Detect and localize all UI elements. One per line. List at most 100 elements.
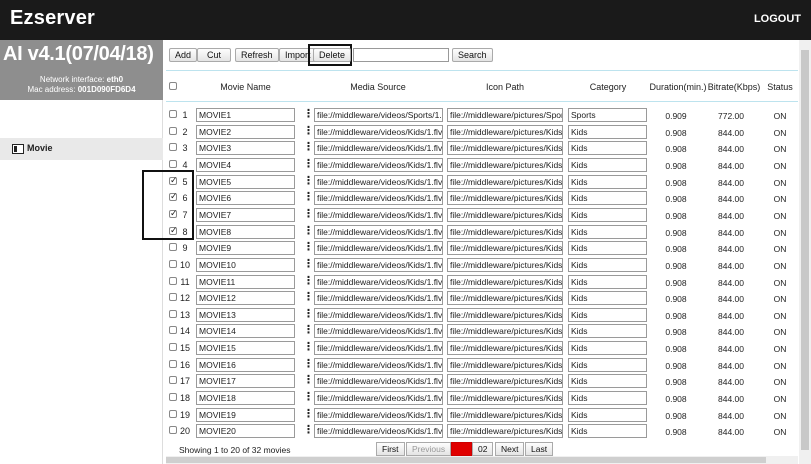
icon-path-field[interactable]: file://middleware/pictures/Kids/ (447, 207, 563, 222)
movie-name-field[interactable]: MOVIE18 (196, 391, 295, 406)
row-checkbox[interactable] (169, 393, 177, 402)
media-source-field[interactable]: file://middleware/videos/Kids/1.flv (314, 407, 443, 422)
movie-name-field[interactable]: MOVIE20 (196, 424, 295, 439)
movie-name-field[interactable]: MOVIE3 (196, 141, 295, 156)
more-options-icon[interactable]: ⋮ (303, 408, 314, 421)
scrollbar-thumb[interactable] (166, 457, 766, 463)
icon-path-field[interactable]: file://middleware/pictures/Kids/ (447, 274, 563, 289)
category-field[interactable]: Kids (568, 157, 647, 172)
more-options-icon[interactable]: ⋮ (303, 275, 314, 288)
movie-name-field[interactable]: MOVIE17 (196, 374, 295, 389)
next-page-button[interactable]: Next (495, 442, 525, 456)
movie-name-field[interactable]: MOVIE7 (196, 207, 295, 222)
media-source-field[interactable]: file://middleware/videos/Kids/1.flv (314, 191, 443, 206)
icon-path-field[interactable]: file://middleware/pictures/Kids/ (447, 391, 563, 406)
icon-path-field[interactable]: file://middleware/pictures/Kids/ (447, 307, 563, 322)
category-field[interactable]: Kids (568, 124, 647, 139)
media-source-field[interactable]: file://middleware/videos/Sports/1.m (314, 108, 443, 122)
movie-name-field[interactable]: MOVIE1 (196, 108, 295, 122)
category-field[interactable]: Sports (568, 108, 647, 122)
category-field[interactable]: Kids (568, 241, 647, 256)
more-options-icon[interactable]: ⋮ (303, 424, 314, 437)
movie-name-field[interactable]: MOVIE5 (196, 174, 295, 189)
category-field[interactable]: Kids (568, 407, 647, 422)
media-source-field[interactable]: file://middleware/videos/Kids/1.flv (314, 174, 443, 189)
row-checkbox[interactable] (169, 159, 177, 168)
movie-name-field[interactable]: MOVIE2 (196, 124, 295, 139)
row-checkbox[interactable] (169, 243, 177, 252)
movie-name-field[interactable]: MOVIE6 (196, 191, 295, 206)
category-field[interactable]: Kids (568, 424, 647, 439)
movie-name-field[interactable]: MOVIE8 (196, 224, 295, 239)
icon-path-field[interactable]: file://middleware/pictures/Kids/ (447, 424, 563, 439)
media-source-field[interactable]: file://middleware/videos/Kids/1.flv (314, 374, 443, 389)
category-field[interactable]: Kids (568, 307, 647, 322)
media-source-field[interactable]: file://middleware/videos/Kids/1.flv (314, 207, 443, 222)
category-field[interactable]: Kids (568, 141, 647, 156)
row-checkbox[interactable] (169, 359, 177, 368)
more-options-icon[interactable]: ⋮ (303, 241, 314, 254)
delete-button[interactable]: Delete (313, 48, 352, 62)
more-options-icon[interactable]: ⋮ (303, 291, 314, 304)
media-source-field[interactable]: file://middleware/videos/Kids/1.flv (314, 124, 443, 139)
more-options-icon[interactable]: ⋮ (303, 191, 314, 204)
category-field[interactable]: Kids (568, 391, 647, 406)
select-all-checkbox[interactable] (169, 82, 177, 90)
more-options-icon[interactable]: ⋮ (303, 175, 314, 188)
icon-path-field[interactable]: file://middleware/pictures/Kids/ (447, 374, 563, 389)
more-options-icon[interactable]: ⋮ (303, 391, 314, 404)
category-field[interactable]: Kids (568, 324, 647, 339)
icon-path-field[interactable]: file://middleware/pictures/Kids/ (447, 124, 563, 139)
more-options-icon[interactable]: ⋮ (303, 308, 314, 321)
media-source-field[interactable]: file://middleware/videos/Kids/1.flv (314, 307, 443, 322)
media-source-field[interactable]: file://middleware/videos/Kids/1.flv (314, 391, 443, 406)
media-source-field[interactable]: file://middleware/videos/Kids/1.flv (314, 241, 443, 256)
category-field[interactable]: Kids (568, 224, 647, 239)
icon-path-field[interactable]: file://middleware/pictures/Kids/ (447, 357, 563, 372)
icon-path-field[interactable]: file://middleware/pictures/Kids/ (447, 141, 563, 156)
category-field[interactable]: Kids (568, 374, 647, 389)
media-source-field[interactable]: file://middleware/videos/Kids/1.flv (314, 424, 443, 439)
more-options-icon[interactable]: ⋮ (303, 158, 314, 171)
movie-name-field[interactable]: MOVIE15 (196, 341, 295, 356)
more-options-icon[interactable]: ⋮ (303, 208, 314, 221)
row-checkbox[interactable] (169, 276, 177, 285)
movie-name-field[interactable]: MOVIE16 (196, 357, 295, 372)
row-checkbox[interactable] (169, 409, 177, 418)
search-input[interactable] (353, 48, 449, 62)
scrollbar-thumb[interactable] (801, 50, 809, 450)
movie-name-field[interactable]: MOVIE12 (196, 291, 295, 306)
icon-path-field[interactable]: file://middleware/pictures/Kids/ (447, 191, 563, 206)
row-checkbox[interactable] (169, 376, 177, 385)
row-checkbox[interactable] (169, 126, 177, 135)
icon-path-field[interactable]: file://middleware/pictures/Kids/ (447, 157, 563, 172)
category-field[interactable]: Kids (568, 274, 647, 289)
row-checkbox[interactable] (169, 110, 177, 118)
more-options-icon[interactable]: ⋮ (303, 141, 314, 154)
category-field[interactable]: Kids (568, 291, 647, 306)
row-checkbox[interactable] (169, 343, 177, 352)
more-options-icon[interactable]: ⋮ (303, 374, 314, 387)
media-source-field[interactable]: file://middleware/videos/Kids/1.flv (314, 257, 443, 272)
row-checkbox[interactable] (169, 426, 177, 435)
category-field[interactable]: Kids (568, 191, 647, 206)
media-source-field[interactable]: file://middleware/videos/Kids/1.flv (314, 291, 443, 306)
icon-path-field[interactable]: file://middleware/pictures/Kids/ (447, 257, 563, 272)
more-options-icon[interactable]: ⋮ (303, 258, 314, 271)
more-options-icon[interactable]: ⋮ (303, 225, 314, 238)
icon-path-field[interactable]: file://middleware/pictures/Kids/ (447, 341, 563, 356)
movie-name-field[interactable]: MOVIE9 (196, 241, 295, 256)
media-source-field[interactable]: file://middleware/videos/Kids/1.flv (314, 274, 443, 289)
page-2-button[interactable]: 02 (472, 442, 494, 456)
row-checkbox[interactable] (169, 259, 177, 268)
movie-name-field[interactable]: MOVIE13 (196, 307, 295, 322)
movie-name-field[interactable]: MOVIE10 (196, 257, 295, 272)
more-options-icon[interactable]: ⋮ (303, 324, 314, 337)
last-page-button[interactable]: Last (525, 442, 554, 456)
category-field[interactable]: Kids (568, 357, 647, 372)
more-options-icon[interactable]: ⋮ (303, 108, 314, 121)
page-1-button[interactable]: 01 (451, 442, 473, 456)
category-field[interactable]: Kids (568, 257, 647, 272)
movie-name-field[interactable]: MOVIE14 (196, 324, 295, 339)
horizontal-scrollbar[interactable] (166, 456, 798, 464)
